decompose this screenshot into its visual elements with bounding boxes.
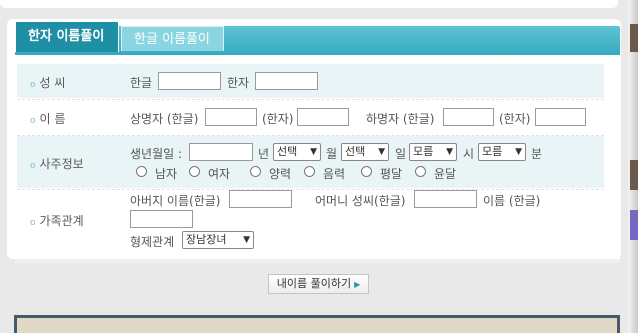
chevron-down-icon: ▼: [515, 147, 522, 157]
hour-select[interactable]: 모름 ▼: [409, 143, 457, 161]
upper-name-hangul-label: 상명자 (한글): [130, 112, 199, 126]
gender-male-label: 남자: [155, 167, 178, 181]
day-label: 일: [395, 147, 407, 161]
lower-name-hanja-label: (한자): [499, 112, 531, 126]
tab-hanja-name[interactable]: 한자 이름풀이: [15, 21, 119, 52]
gender-female-label: 여자: [208, 167, 231, 181]
edge-mark: [630, 160, 638, 190]
month-normal-radio[interactable]: [361, 166, 372, 177]
calendar-solar-label: 양력: [269, 167, 292, 181]
tab-hangul-name[interactable]: 한글 이름풀이: [121, 26, 224, 51]
gender-female-radio[interactable]: [189, 166, 200, 177]
minute-label: 분: [531, 147, 543, 161]
chevron-down-icon: ▼: [243, 235, 250, 245]
mother-surname-label: 어머니 성씨(한글): [315, 194, 406, 208]
gender-male-radio[interactable]: [136, 166, 147, 177]
month-select[interactable]: 선택 ▼: [273, 143, 321, 161]
mother-name-input[interactable]: [130, 210, 193, 228]
mother-surname-input[interactable]: [414, 190, 477, 208]
upper-name-hangul-input[interactable]: [205, 108, 257, 126]
calendar-lunar-radio[interactable]: [304, 166, 315, 177]
surname-hangul-label: 한글: [130, 76, 153, 90]
calendar-lunar-label: 음력: [323, 167, 346, 181]
family-label: o 가족관계: [30, 214, 84, 228]
lower-name-hangul-input[interactable]: [443, 108, 494, 126]
saju-label: o 사주정보: [30, 157, 84, 171]
lower-name-hangul-label: 하명자 (한글): [366, 112, 435, 126]
surname-hanja-input[interactable]: [255, 72, 318, 90]
surname-hangul-input[interactable]: [158, 72, 221, 90]
edge-mark: [630, 210, 638, 240]
bottom-banner: [14, 315, 620, 333]
year-label: 년: [258, 147, 270, 161]
submit-name-analysis-button[interactable]: 내이름 풀이하기 ▶: [268, 274, 369, 294]
surname-hanja-label: 한자: [227, 76, 250, 90]
sibling-label: 형제관계: [130, 235, 175, 249]
bullet-icon: o: [30, 116, 36, 126]
month-leap-radio[interactable]: [415, 166, 426, 177]
father-name-input[interactable]: [229, 190, 292, 208]
upper-name-hanja-input[interactable]: [297, 108, 349, 126]
month-normal-label: 평달: [380, 167, 403, 181]
birth-date-label: 생년월일 :: [130, 147, 183, 161]
calendar-solar-radio[interactable]: [250, 166, 261, 177]
hour-label: 시: [463, 147, 475, 161]
chevron-down-icon: ▼: [446, 147, 453, 157]
play-arrow-icon: ▶: [354, 280, 361, 289]
top-panel: [0, 0, 618, 8]
upper-name-hanja-label: (한자): [262, 112, 294, 126]
birth-year-input[interactable]: [189, 143, 253, 161]
day-select[interactable]: 선택 ▼: [341, 143, 389, 161]
month-label: 월: [326, 147, 338, 161]
month-leap-label: 윤달: [434, 167, 457, 181]
bullet-icon: o: [30, 80, 36, 90]
sibling-select[interactable]: 장남장녀 ▼: [182, 231, 254, 249]
father-name-label: 아버지 이름(한글): [130, 194, 221, 208]
right-edge-strip: [628, 0, 638, 333]
chevron-down-icon: ▼: [378, 147, 385, 157]
minute-select[interactable]: 모름 ▼: [478, 143, 526, 161]
bullet-icon: o: [30, 218, 36, 228]
surname-label: o성 씨: [30, 76, 66, 90]
bullet-icon: o: [30, 161, 36, 171]
name-label: o이 름: [30, 112, 66, 126]
lower-name-hanja-input[interactable]: [535, 108, 586, 126]
edge-mark: [630, 24, 638, 52]
mother-name-label: 이름 (한글): [483, 194, 541, 208]
chevron-down-icon: ▼: [310, 147, 317, 157]
